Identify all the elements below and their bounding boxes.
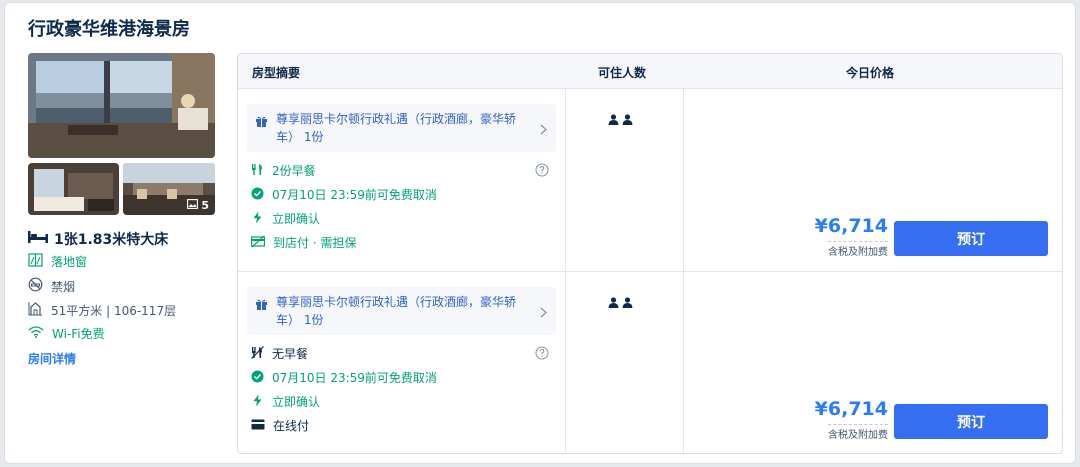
gallery-icon	[187, 199, 199, 212]
feature-label: 禁烟	[51, 279, 76, 294]
rate-table-header: 房型摘要 可住人数 今日价格	[238, 54, 1062, 89]
person-icon	[608, 110, 619, 129]
check-circle-icon	[251, 370, 264, 386]
header-price: 今日价格	[846, 66, 895, 80]
wifi-icon	[28, 326, 44, 341]
confirm-label: 立即确认	[272, 395, 321, 409]
person-icon	[622, 293, 633, 312]
occupancy-two-adults	[608, 110, 633, 129]
photo-count-label: 5	[201, 199, 209, 212]
bed-label: 1张1.83米特大床	[54, 232, 169, 248]
room-title: 行政豪华维港海景房	[28, 19, 190, 40]
room-card: 行政豪华维港海景房 5 1张1.83米特大床 落地窗 禁烟 51平方米 | 10…	[4, 2, 1076, 464]
room-details-link[interactable]: 房间详情	[28, 350, 76, 367]
meal-plan: 无早餐	[251, 345, 308, 362]
help-icon[interactable]	[535, 162, 549, 181]
feature-wifi: Wi-Fi免费	[28, 325, 105, 342]
lightning-icon	[251, 211, 264, 227]
perk-text: 尊享丽思卡尔顿行政礼遇（行政酒廊，豪华轿车） 1份	[276, 295, 517, 327]
instant-confirm: 立即确认	[251, 210, 320, 227]
no-smoking-icon	[28, 277, 43, 295]
room-photo-main[interactable]	[28, 53, 215, 158]
photo-count[interactable]: 5	[187, 199, 209, 212]
book-button[interactable]: 预订	[894, 404, 1048, 439]
perk-text: 尊享丽思卡尔顿行政礼遇（行政酒廊，豪华轿车） 1份	[276, 112, 517, 144]
instant-confirm: 立即确认	[251, 393, 320, 410]
feature-label: 51平方米 | 106-117层	[51, 303, 177, 318]
feature-room-size: 51平方米 | 106-117层	[28, 301, 176, 319]
perk-banner[interactable]: 尊享丽思卡尔顿行政礼遇（行政酒廊，豪华轿车） 1份	[247, 287, 556, 335]
cancellation-label: 07月10日 23:59前可免费取消	[272, 371, 437, 385]
feature-window: 落地窗	[28, 253, 87, 270]
person-icon	[622, 110, 633, 129]
no-meal-icon	[251, 345, 264, 362]
meal-plan: 2份早餐	[251, 162, 316, 179]
pay-at-hotel-icon	[251, 235, 266, 251]
credit-card-icon	[251, 419, 265, 433]
payment-label: 到店付 · 需担保	[273, 236, 357, 250]
cancellation-policy[interactable]: 07月10日 23:59前可免费取消	[251, 186, 437, 203]
chevron-right-icon	[540, 303, 547, 322]
price-amount: ¥6,714	[814, 398, 888, 420]
header-occupancy: 可住人数	[598, 66, 647, 80]
book-button[interactable]: 预订	[894, 221, 1048, 256]
feature-label: Wi-Fi免费	[52, 327, 105, 341]
cancellation-label: 07月10日 23:59前可免费取消	[272, 188, 437, 202]
price-note[interactable]: 含税及附加费	[828, 241, 888, 258]
payment-method: 在线付	[251, 417, 309, 434]
occupancy-two-adults	[608, 293, 633, 312]
chevron-right-icon	[540, 120, 547, 139]
lightning-icon	[251, 394, 264, 410]
feature-no-smoking: 禁烟	[28, 277, 75, 295]
room-photo-bathroom[interactable]	[28, 163, 119, 215]
bed-icon	[28, 231, 48, 247]
payment-method: 到店付 · 需担保	[251, 234, 356, 251]
window-icon	[28, 253, 43, 270]
room-photo-lounge[interactable]: 5	[123, 163, 215, 215]
check-circle-icon	[251, 187, 264, 203]
bed-type: 1张1.83米特大床	[28, 229, 168, 249]
help-icon[interactable]	[535, 345, 549, 364]
rate-table: 房型摘要 可住人数 今日价格 尊享丽思卡尔顿行政礼遇（行政酒廊，豪华轿车） 1份	[237, 53, 1063, 454]
cutlery-icon	[251, 163, 264, 179]
cancellation-policy[interactable]: 07月10日 23:59前可免费取消	[251, 369, 437, 386]
price-amount: ¥6,714	[814, 215, 888, 237]
row-divider	[238, 271, 1062, 272]
feature-label: 落地窗	[51, 255, 88, 269]
confirm-label: 立即确认	[272, 212, 321, 226]
perk-banner[interactable]: 尊享丽思卡尔顿行政礼遇（行政酒廊，豪华轿车） 1份	[247, 104, 556, 152]
gift-icon	[255, 296, 268, 315]
gift-icon	[255, 113, 268, 132]
meal-label: 2份早餐	[272, 164, 316, 178]
price-note[interactable]: 含税及附加费	[828, 424, 888, 441]
person-icon	[608, 293, 619, 312]
room-size-icon	[28, 301, 43, 319]
payment-label: 在线付	[273, 419, 310, 433]
header-room-summary: 房型摘要	[252, 66, 301, 80]
meal-label: 无早餐	[272, 347, 309, 361]
